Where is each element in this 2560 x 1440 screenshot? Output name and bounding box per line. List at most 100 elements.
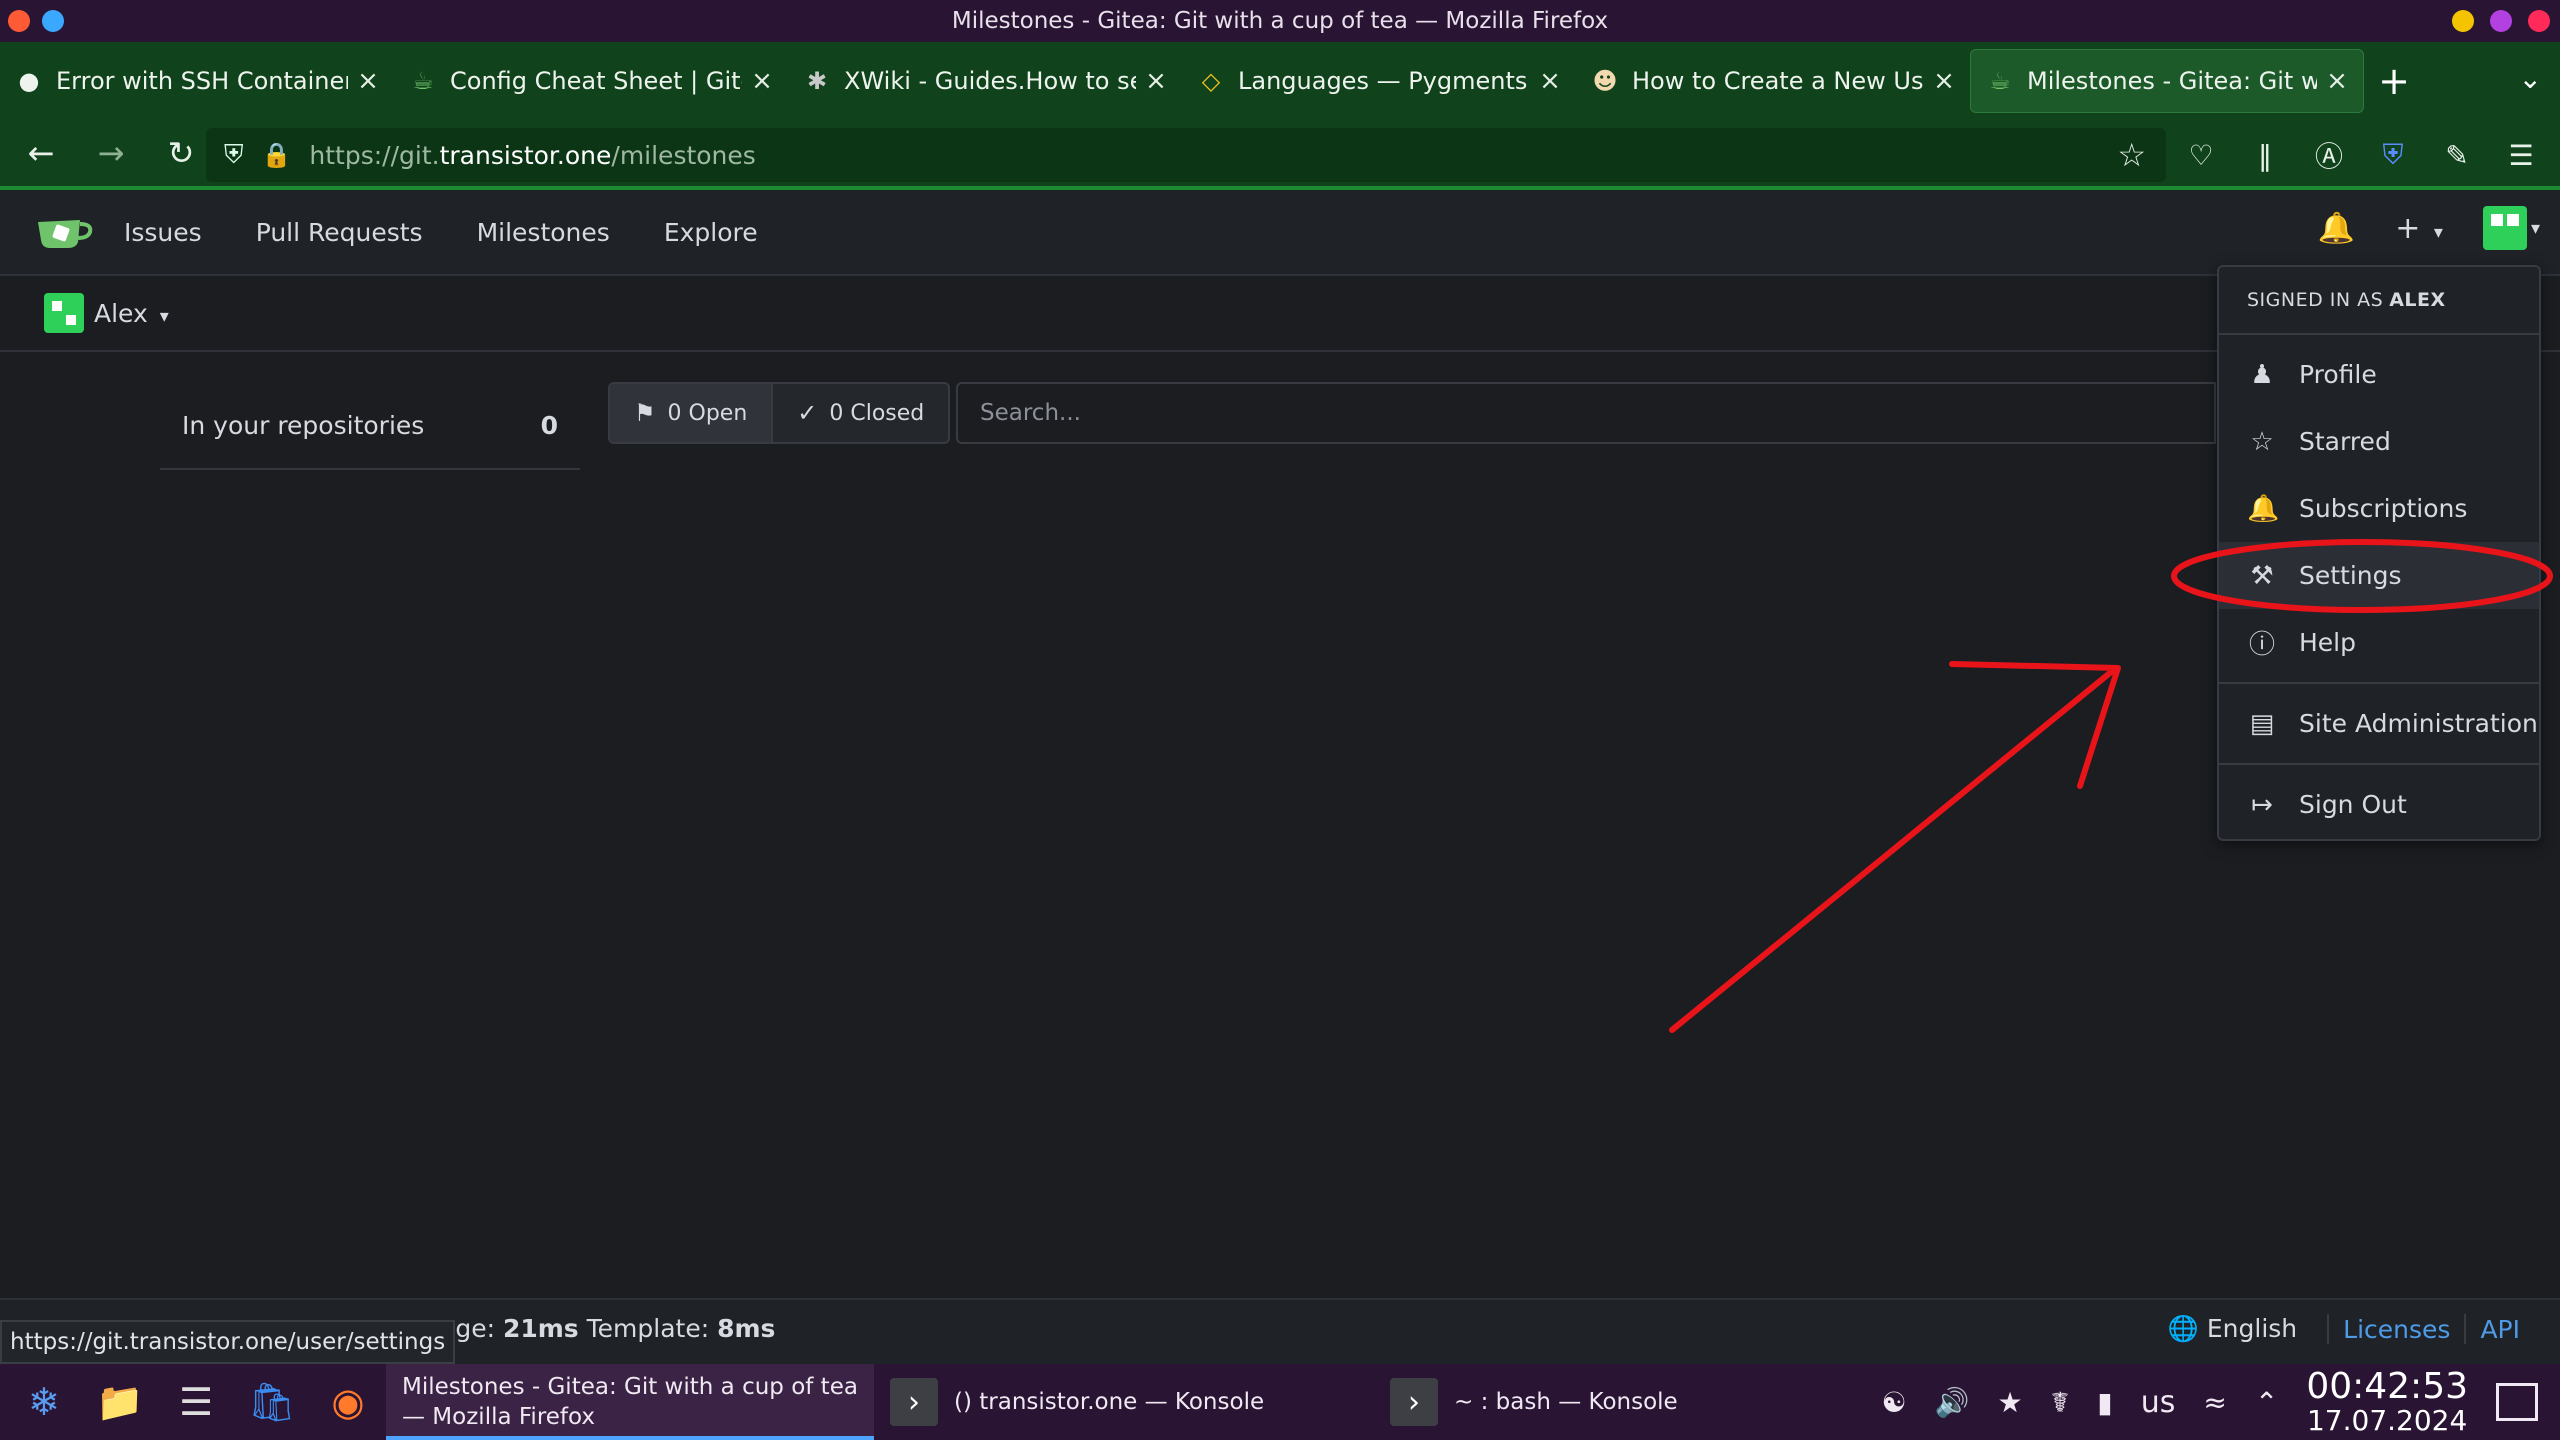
tab-label: Milestones - Gitea: Git with xyxy=(2027,67,2317,95)
pocket-icon[interactable]: ♡ xyxy=(2176,128,2226,182)
tracking-protection-icon[interactable]: ⛨ xyxy=(224,140,244,171)
system-taskbar: ❄ 📁 ☰ 🛍 ◉ Milestones - Gitea: Git with a… xyxy=(0,1364,2560,1440)
nav-pull-requests[interactable]: Pull Requests xyxy=(256,218,423,247)
close-tab-icon[interactable]: × xyxy=(1144,66,1168,96)
back-button[interactable]: ← xyxy=(12,124,70,182)
server-icon: ▤ xyxy=(2249,708,2275,739)
terminal-icon: › xyxy=(890,1378,938,1426)
close-tab-icon[interactable]: × xyxy=(1538,66,1562,96)
vpn-icon[interactable]: ☤ xyxy=(2051,1386,2070,1419)
nav-explore[interactable]: Explore xyxy=(664,218,758,247)
repository-filter-item[interactable]: In your repositories 0 xyxy=(160,382,580,470)
volume-icon[interactable]: 🔊 xyxy=(1935,1386,1970,1419)
taskbar-task-firefox[interactable]: Milestones - Gitea: Git with a cup of te… xyxy=(386,1364,874,1440)
url-text[interactable]: https://git.transistor.one/milestones xyxy=(309,141,755,170)
tab-label: Error with SSH Container F xyxy=(56,67,348,95)
tab-label: XWiki - Guides.How to set u xyxy=(844,67,1136,95)
user-menu-button[interactable]: ▾ xyxy=(2482,206,2540,250)
gitea-logo-icon[interactable] xyxy=(34,212,94,252)
minimize-button[interactable] xyxy=(2452,10,2474,32)
signpost-icon: ⚑ xyxy=(634,399,656,427)
milestone-state-filter: ⚑ 0 Open ✓ 0 Closed xyxy=(608,382,951,444)
show-desktop-button[interactable] xyxy=(2496,1383,2538,1421)
keyboard-layout[interactable]: us xyxy=(2141,1385,2176,1420)
bell-icon: 🔔 xyxy=(2247,493,2280,524)
open-milestones-button[interactable]: ⚑ 0 Open xyxy=(610,384,772,442)
library-icon[interactable]: ‖ xyxy=(2240,128,2290,182)
star-icon: ☆ xyxy=(2250,426,2274,457)
forward-button[interactable]: → xyxy=(82,124,140,182)
close-tab-icon[interactable]: × xyxy=(750,66,774,96)
close-tab-icon[interactable]: × xyxy=(2325,66,2349,96)
menu-item-settings[interactable]: ⚒ Settings xyxy=(2219,542,2539,609)
window-pin-icon[interactable] xyxy=(42,10,64,32)
chevron-down-icon: ▾ xyxy=(2530,217,2540,239)
browser-tab[interactable]: ✱ XWiki - Guides.How to set u × xyxy=(788,49,1182,113)
software-store-icon[interactable]: 🛍 xyxy=(240,1370,304,1434)
app-launcher-icon[interactable]: ❄ xyxy=(12,1370,76,1434)
updates-icon[interactable]: ☯ xyxy=(1881,1386,1906,1419)
tray-expand-icon[interactable]: ⌃ xyxy=(2255,1386,2278,1419)
notifications-bell-icon[interactable]: 🔔 xyxy=(2318,211,2355,246)
repository-filter-count: 0 xyxy=(540,410,558,440)
browser-tab[interactable]: ☕ Config Cheat Sheet | Gitea × xyxy=(394,49,788,113)
new-tab-button[interactable]: + xyxy=(2364,59,2424,103)
terminal-icon: › xyxy=(1390,1378,1438,1426)
file-manager-icon[interactable]: 📁 xyxy=(88,1370,152,1434)
reload-button[interactable]: ↻ xyxy=(152,124,210,182)
closed-milestones-button[interactable]: ✓ 0 Closed xyxy=(771,384,949,442)
nav-milestones[interactable]: Milestones xyxy=(477,218,610,247)
account-icon[interactable]: Ⓐ xyxy=(2304,128,2354,182)
milestone-search xyxy=(956,382,2216,444)
menu-divider xyxy=(2219,763,2539,765)
wifi-icon[interactable]: ≈ xyxy=(2203,1386,2226,1419)
render-timing: age: 21ms Template: 8ms xyxy=(440,1314,776,1343)
repository-filter-label: In your repositories xyxy=(182,410,425,440)
create-new-button[interactable]: + ▾ xyxy=(2395,211,2443,246)
question-icon: ⓘ xyxy=(2248,630,2275,660)
language-selector[interactable]: 🌐 English xyxy=(2168,1314,2297,1344)
api-link[interactable]: API xyxy=(2480,1315,2520,1344)
bitwarden-icon[interactable]: ⛨ xyxy=(2368,128,2418,182)
close-window-button[interactable] xyxy=(2528,10,2550,32)
browser-tab-active[interactable]: ☕ Milestones - Gitea: Git with × xyxy=(1970,49,2364,113)
menu-item-starred[interactable]: ☆ Starred xyxy=(2219,408,2539,475)
battery-icon[interactable]: ▮ xyxy=(2097,1386,2112,1419)
menu-item-sign-out[interactable]: ↦ Sign Out xyxy=(2219,771,2539,838)
lock-icon[interactable]: 🔒 xyxy=(262,141,292,169)
context-user-dropdown[interactable]: Alex ▾ xyxy=(94,299,169,328)
browser-tab[interactable]: ◇ Languages — Pygments × xyxy=(1182,49,1576,113)
bookmark-star-icon[interactable]: ☆ xyxy=(2117,136,2146,174)
bluetooth-icon[interactable]: ★ xyxy=(1997,1386,2022,1419)
menu-item-site-administration[interactable]: ▤ Site Administration xyxy=(2219,690,2539,757)
hamburger-menu-icon[interactable]: ☰ xyxy=(2496,128,2546,182)
url-bar[interactable]: ⛨ 🔒 https://git.transistor.one/milestone… xyxy=(206,128,2166,182)
tools-icon: ⚒ xyxy=(2250,560,2274,591)
person-icon: ♟ xyxy=(2250,359,2274,390)
system-settings-icon[interactable]: ☰ xyxy=(164,1370,228,1434)
clock[interactable]: 00:42:53 17.07.2024 xyxy=(2306,1368,2468,1436)
close-tab-icon[interactable]: × xyxy=(1932,66,1956,96)
menu-item-profile[interactable]: ♟ Profile xyxy=(2219,341,2539,408)
taskbar-task-konsole[interactable]: › ~ : bash — Konsole xyxy=(1374,1364,1794,1440)
extensions-icon[interactable]: ✎ xyxy=(2432,128,2482,182)
taskbar-task-konsole[interactable]: › () transistor.one — Konsole xyxy=(874,1364,1374,1440)
maximize-button[interactable] xyxy=(2490,10,2512,32)
search-input[interactable] xyxy=(980,400,2214,426)
licenses-link[interactable]: Licenses xyxy=(2343,1315,2450,1344)
annotation-arrow xyxy=(1669,661,2121,1033)
menu-item-help[interactable]: ⓘ Help xyxy=(2219,609,2539,676)
tab-strip: ● Error with SSH Container F × ☕ Config … xyxy=(0,42,2560,120)
browser-tab[interactable]: ● Error with SSH Container F × xyxy=(0,49,394,113)
firefox-menu-icon[interactable] xyxy=(8,10,30,32)
browser-tab[interactable]: ☻ How to Create a New User × xyxy=(1576,49,1970,113)
tab-label: Config Cheat Sheet | Gitea xyxy=(450,67,742,95)
firefox-icon[interactable]: ◉ xyxy=(316,1370,380,1434)
context-switcher-bar: Alex ▾ xyxy=(0,276,2560,352)
menu-item-subscriptions[interactable]: 🔔 Subscriptions xyxy=(2219,475,2539,542)
list-tabs-icon[interactable]: ⌄ xyxy=(2519,62,2542,95)
nav-issues[interactable]: Issues xyxy=(124,218,202,247)
menu-divider xyxy=(2219,682,2539,684)
avatar xyxy=(44,293,84,333)
close-tab-icon[interactable]: × xyxy=(356,66,380,96)
